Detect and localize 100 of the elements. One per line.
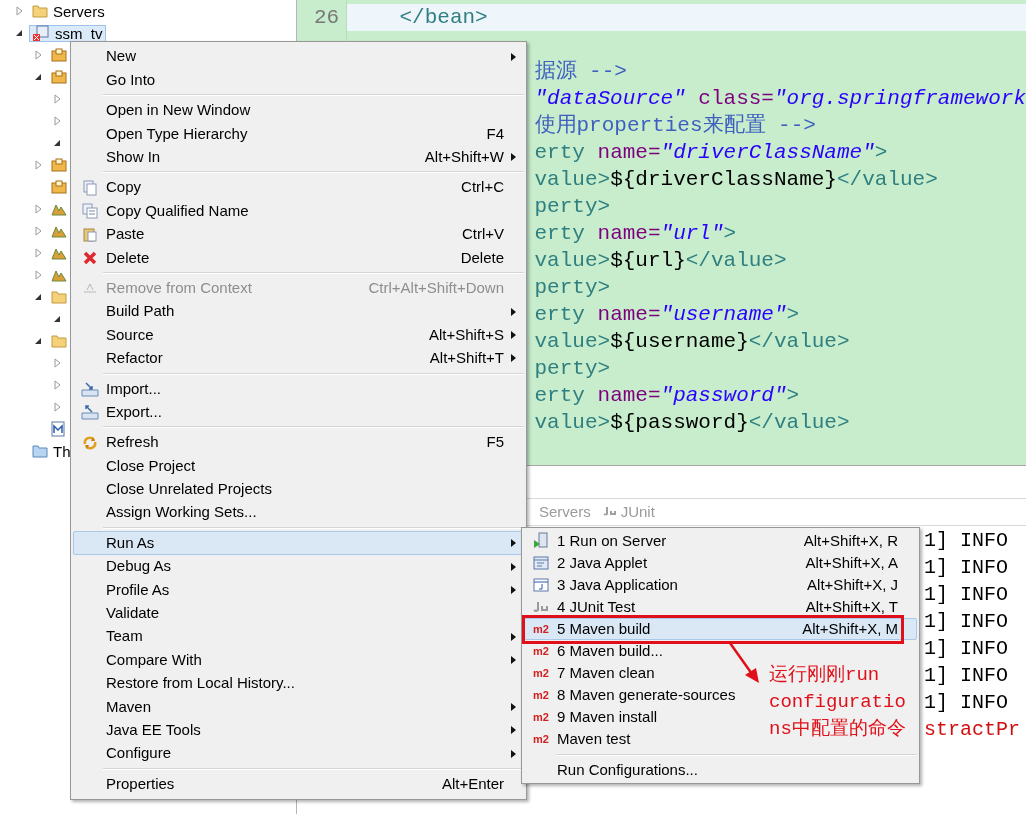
code-line: erty name="password"> xyxy=(534,383,800,409)
code-line: erty name="url"> xyxy=(534,221,737,247)
console-line: stractPr xyxy=(924,717,1020,743)
maven-icon: m2 xyxy=(533,667,549,679)
refresh-icon xyxy=(82,434,98,451)
submenu-arrow-icon xyxy=(511,656,516,665)
expand-icon[interactable] xyxy=(53,116,61,126)
clipboard-icon xyxy=(82,226,98,243)
junit-icon xyxy=(533,600,549,614)
menu-item[interactable]: Java EE Tools xyxy=(73,718,524,742)
tree-item[interactable] xyxy=(48,420,68,438)
menu-item[interactable]: Close Unrelated Projects xyxy=(73,477,524,502)
code-line: erty name="username"> xyxy=(534,302,800,328)
console-line: 1] INFO xyxy=(924,582,1008,608)
menu-item[interactable]: Export... xyxy=(73,400,524,424)
code-line: perty> xyxy=(534,356,611,382)
menu-item[interactable]: Restore from Local History... xyxy=(73,671,524,696)
console-line: 1] INFO xyxy=(924,690,1008,716)
collapse-icon[interactable] xyxy=(34,73,42,81)
collapse-icon[interactable] xyxy=(34,293,42,301)
expand-icon[interactable] xyxy=(15,6,23,16)
menu-item[interactable]: m2 Maven test xyxy=(525,729,635,749)
tree-item[interactable]: Servers xyxy=(29,2,108,20)
menu-item[interactable]: m2 9 Maven install xyxy=(525,707,662,727)
maven-icon: m2 xyxy=(533,645,549,657)
expand-icon[interactable] xyxy=(34,270,42,280)
menu-item[interactable]: Refactor Alt+Shift+T xyxy=(73,346,524,371)
code-line: value>${driverClassName}</value> xyxy=(534,167,938,193)
menu-item[interactable]: 1 Run on Server Alt+Shift+X, R xyxy=(525,531,916,551)
collapse-icon[interactable] xyxy=(15,29,23,37)
submenu-arrow-icon xyxy=(511,726,516,735)
expand-icon[interactable] xyxy=(53,380,61,390)
menu-item[interactable]: Validate xyxy=(73,601,524,625)
menu-item[interactable]: Debug As xyxy=(73,554,524,579)
menu-item[interactable]: 4 JUnit Test Alt+Shift+X, T xyxy=(525,597,916,617)
menu-item[interactable]: Copy Qualified Name xyxy=(73,199,524,223)
submenu-arrow-icon xyxy=(511,585,516,594)
menu-item[interactable]: m2 6 Maven build... xyxy=(525,641,667,661)
expand-icon[interactable] xyxy=(34,204,42,214)
library-icon xyxy=(51,224,67,238)
expand-icon[interactable] xyxy=(34,50,42,60)
menu-item[interactable]: Open in New Window xyxy=(73,98,524,123)
collapse-icon[interactable] xyxy=(34,337,42,345)
menu-item[interactable]: Source Alt+Shift+S xyxy=(73,323,524,347)
submenu-arrow-icon xyxy=(511,562,516,571)
menu-item[interactable]: Copy Ctrl+C xyxy=(73,175,524,200)
menu-item[interactable]: Run As xyxy=(73,531,524,555)
expand-icon[interactable] xyxy=(34,226,42,236)
library-icon xyxy=(51,268,67,282)
menu-item[interactable]: m2 8 Maven generate-sources xyxy=(525,685,740,705)
menu-item[interactable]: Properties Alt+Enter xyxy=(73,772,524,796)
menu-item[interactable]: Team xyxy=(73,625,524,649)
menu-item[interactable]: Build Path xyxy=(73,299,524,324)
menu-item[interactable]: 3 Java Application Alt+Shift+X, J xyxy=(525,575,916,595)
package-icon xyxy=(51,70,67,84)
code-line: value>${username}</value> xyxy=(534,329,850,355)
expand-icon[interactable] xyxy=(34,248,42,258)
menu-item[interactable]: Assign Working Sets... xyxy=(73,501,524,525)
expand-icon[interactable] xyxy=(53,94,61,104)
menu-item[interactable]: Profile As xyxy=(73,578,524,602)
menu-item[interactable]: m2 7 Maven clean xyxy=(525,663,659,683)
collapse-icon[interactable] xyxy=(53,315,61,323)
expand-icon[interactable] xyxy=(53,402,61,412)
submenu-arrow-icon xyxy=(511,539,516,548)
tree-item[interactable] xyxy=(48,46,70,64)
menu-item[interactable]: m2 5 Maven build Alt+Shift+X, M xyxy=(524,618,917,640)
menu-item[interactable]: 2 Java Applet Alt+Shift+X, A xyxy=(525,553,916,573)
tree-item[interactable] xyxy=(48,178,70,196)
expand-icon[interactable] xyxy=(34,160,42,170)
applet-icon xyxy=(533,555,549,571)
menu-item[interactable]: Open Type Hierarchy F4 xyxy=(73,122,524,146)
console-line: 1] INFO xyxy=(924,636,1008,662)
console-line: 1] INFO xyxy=(924,663,1008,689)
menu-item[interactable]: Maven xyxy=(73,695,524,719)
submenu-arrow-icon xyxy=(511,307,516,316)
tree-item[interactable]: Th xyxy=(29,442,74,460)
expand-icon[interactable] xyxy=(53,358,61,368)
menu-item[interactable]: Import... xyxy=(73,377,524,401)
annotation-text: 运行刚刚run configurations中配置的命令 xyxy=(769,663,907,742)
menu-item[interactable]: Paste Ctrl+V xyxy=(73,222,524,247)
tree-item[interactable] xyxy=(48,68,70,86)
menu-item[interactable]: Delete Delete xyxy=(73,246,524,270)
submenu-arrow-icon xyxy=(511,52,516,61)
submenu-arrow-icon xyxy=(511,331,516,339)
tree-item[interactable] xyxy=(48,156,70,174)
code-line: erty name="driverClassName"> xyxy=(534,140,888,166)
menu-item[interactable]: Go Into xyxy=(73,68,524,92)
menu-item[interactable]: Run Configurations... xyxy=(525,760,702,780)
menu-item[interactable]: Close Project xyxy=(73,454,524,478)
submenu-arrow-icon xyxy=(511,354,516,363)
menu-item[interactable]: Refresh F5 xyxy=(73,430,524,455)
menu-item[interactable]: Compare With xyxy=(73,648,524,672)
collapse-icon[interactable] xyxy=(53,139,61,147)
server-run-icon xyxy=(533,532,549,550)
menu-item[interactable]: Configure xyxy=(73,741,524,766)
menu-item[interactable]: Show In Alt+Shift+W xyxy=(73,145,524,169)
console-line: 1] INFO xyxy=(924,555,1008,581)
menu-item[interactable]: New xyxy=(73,45,524,69)
folder-icon xyxy=(51,290,67,304)
copy-icon xyxy=(82,179,98,196)
